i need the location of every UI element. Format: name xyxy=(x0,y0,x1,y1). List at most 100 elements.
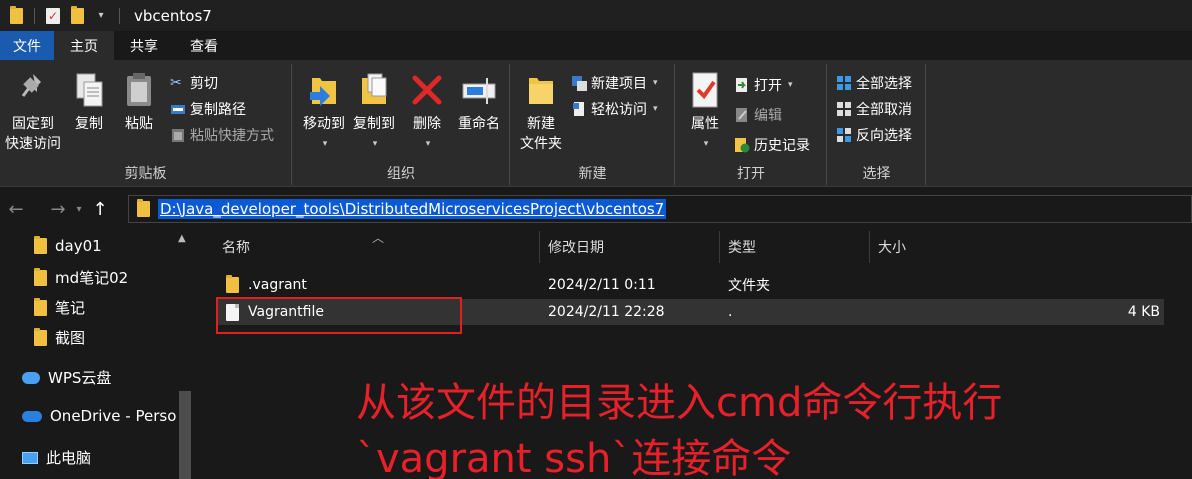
nav-item-wps-cloud[interactable]: WPS云盘 xyxy=(22,367,111,388)
edit-label: 编辑 xyxy=(754,108,782,124)
properties-icon xyxy=(687,70,723,110)
divider xyxy=(34,7,35,24)
easy-access-button[interactable]: 轻松访问 ▾ xyxy=(571,98,658,120)
invert-selection-button[interactable]: 反向选择 xyxy=(836,124,912,146)
select-none-label: 全部取消 xyxy=(856,102,912,118)
folder-icon xyxy=(4,4,28,28)
cloud-icon xyxy=(22,371,40,384)
copy-path-button[interactable]: 复制路径 xyxy=(170,98,246,120)
address-bar[interactable]: D:\Java_developer_tools\DistributedMicro… xyxy=(128,195,1192,223)
folder-icon xyxy=(34,267,47,286)
select-group: 全部选择 全部取消 反向选择 选择 xyxy=(828,64,926,185)
navigation-bar: ← → ▾ ↑ D:\Java_developer_tools\Distribu… xyxy=(0,187,1192,231)
copy-label: 复制 xyxy=(75,116,103,132)
paste-button[interactable]: 粘贴 xyxy=(118,70,160,134)
rename-button[interactable]: 重命名 xyxy=(453,70,505,134)
onedrive-cloud-icon xyxy=(22,410,42,422)
file-date: 2024/2/11 0:11 xyxy=(548,277,656,293)
copy-path-label: 复制路径 xyxy=(190,102,246,118)
pin-quick-access-button[interactable]: 固定到 快速访问 xyxy=(2,70,64,154)
folder-icon xyxy=(226,272,239,298)
nav-item-label: 此电脑 xyxy=(46,449,92,467)
tab-file[interactable]: 文件 xyxy=(0,31,54,60)
nav-item-onedrive[interactable]: OneDrive - Person xyxy=(22,407,186,425)
nav-item-label: day01 xyxy=(55,237,102,255)
history-label: 历史记录 xyxy=(754,138,810,154)
tab-share[interactable]: 共享 xyxy=(114,31,174,60)
copy-button[interactable]: 复制 xyxy=(68,70,110,134)
paste-icon xyxy=(121,70,157,110)
history-button[interactable]: 历史记录 xyxy=(734,134,810,156)
cut-button[interactable]: ✂ 剪切 xyxy=(170,72,218,94)
new-folder-button[interactable]: 新建 文件夹 xyxy=(515,70,567,154)
forward-arrow-icon[interactable]: → xyxy=(44,195,72,223)
tab-home[interactable]: 主页 xyxy=(54,31,114,60)
tab-view[interactable]: 查看 xyxy=(174,31,234,60)
paste-shortcut-button[interactable]: 粘贴快捷方式 xyxy=(170,124,274,146)
nav-item-label: 截图 xyxy=(55,329,86,347)
folder-icon xyxy=(34,327,47,346)
clipboard-group: 固定到 快速访问 复制 粘贴 ✂ 剪切 复制路径 粘贴快捷方式 剪贴板 xyxy=(0,64,292,185)
new-folder-icon xyxy=(523,70,559,110)
easy-access-label: 轻松访问 xyxy=(591,102,647,118)
paste-label: 粘贴 xyxy=(125,116,153,132)
file-name: .vagrant xyxy=(248,277,307,293)
file-type: . xyxy=(728,304,733,320)
invert-selection-icon xyxy=(836,127,852,143)
move-to-button[interactable]: 移动到 ▾ xyxy=(297,70,351,154)
file-size: 4 KB xyxy=(1127,304,1160,320)
edit-button[interactable]: 编辑 xyxy=(734,104,782,126)
folder-icon xyxy=(137,199,150,217)
open-button[interactable]: 打开 ▾ xyxy=(734,74,793,96)
new-item-label: 新建项目 xyxy=(591,76,647,92)
new-item-button[interactable]: 新建项目 ▾ xyxy=(571,72,658,94)
nav-item-notes[interactable]: 笔记 xyxy=(34,297,85,318)
column-header-date[interactable]: 修改日期 xyxy=(540,231,720,263)
new-folder-label-1: 新建 xyxy=(527,116,555,132)
properties-button[interactable]: 属性 ▾ xyxy=(682,70,728,154)
computer-icon xyxy=(22,451,38,464)
new-item-icon xyxy=(571,75,587,91)
address-path[interactable]: D:\Java_developer_tools\DistributedMicro… xyxy=(158,199,667,219)
properties-label: 属性 xyxy=(691,116,719,132)
chevron-down-icon: ▾ xyxy=(372,139,378,149)
window-title: vbcentos7 xyxy=(134,6,212,25)
rename-label: 重命名 xyxy=(458,116,500,132)
nav-item-day01[interactable]: day01 xyxy=(34,236,102,255)
title-bar: ✓ ▾ vbcentos7 xyxy=(0,0,1192,31)
scrollbar-thumb[interactable] xyxy=(179,391,191,479)
nav-item-md-notes02[interactable]: md笔记02 xyxy=(34,267,128,288)
copy-path-icon xyxy=(170,101,186,117)
back-arrow-icon[interactable]: ← xyxy=(2,195,30,223)
select-all-button[interactable]: 全部选择 xyxy=(836,72,912,94)
move-to-label: 移动到 xyxy=(303,116,345,132)
copy-to-button[interactable]: 复制到 ▾ xyxy=(349,70,399,154)
divider xyxy=(119,7,120,24)
new-folder-icon[interactable] xyxy=(65,4,89,28)
nav-scrollbar[interactable]: ▲ xyxy=(176,231,194,479)
pin-label-1: 固定到 xyxy=(12,116,54,132)
up-arrow-icon[interactable]: ↑ xyxy=(86,195,114,223)
recent-locations-chevron-icon[interactable]: ▾ xyxy=(72,195,86,223)
select-group-label: 选择 xyxy=(862,166,891,182)
column-header-name[interactable]: 名称 xyxy=(214,231,540,263)
folder-icon xyxy=(34,297,47,316)
nav-item-screenshots[interactable]: 截图 xyxy=(34,327,85,348)
scroll-up-icon[interactable]: ▲ xyxy=(178,233,186,244)
column-header-type[interactable]: 类型 xyxy=(720,231,870,263)
properties-check-icon[interactable]: ✓ xyxy=(41,4,65,28)
new-group-label: 新建 xyxy=(578,166,607,182)
annotation-line-1: 从该文件的目录进入cmd命令行执行 xyxy=(356,380,1003,426)
nav-item-this-pc[interactable]: 此电脑 xyxy=(22,447,91,468)
quick-access-dropdown[interactable]: ▾ xyxy=(89,4,113,28)
table-row[interactable]: .vagrant 2024/2/11 0:11 文件夹 xyxy=(216,272,1164,298)
cut-label: 剪切 xyxy=(190,76,218,92)
delete-button[interactable]: 删除 ▾ xyxy=(407,70,447,154)
nav-item-label: OneDrive - Person xyxy=(50,407,186,425)
paste-shortcut-icon xyxy=(170,127,186,143)
chevron-down-icon: ▾ xyxy=(788,80,793,90)
select-none-button[interactable]: 全部取消 xyxy=(836,98,912,120)
select-all-icon xyxy=(836,75,852,91)
file-type: 文件夹 xyxy=(728,278,770,294)
column-header-size[interactable]: 大小 xyxy=(870,231,970,263)
